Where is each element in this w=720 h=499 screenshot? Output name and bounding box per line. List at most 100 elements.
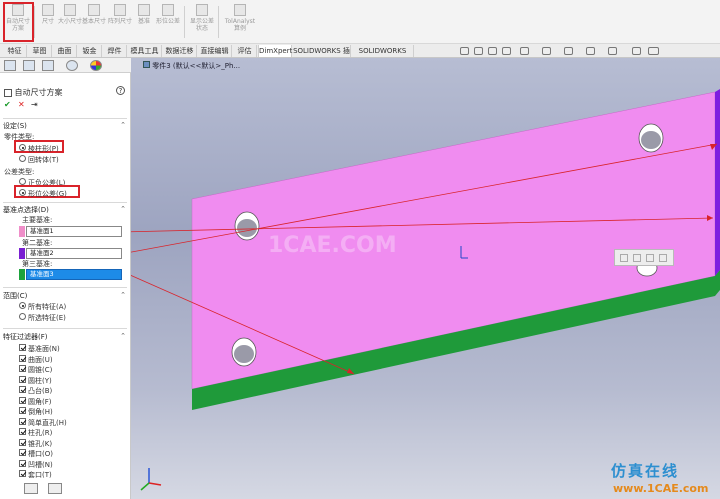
pattern-dimension-button[interactable]: 阵列尺寸 bbox=[108, 4, 132, 40]
filter-label: 套口(T) bbox=[28, 471, 52, 479]
show-all-filters-icon[interactable] bbox=[24, 483, 38, 494]
property-manager-icon[interactable] bbox=[23, 60, 35, 71]
tertiary-datum-field[interactable]: 基准面3 bbox=[26, 269, 122, 280]
filter-checkbox[interactable] bbox=[19, 417, 26, 425]
tab-evaluate[interactable]: 评估 bbox=[233, 45, 257, 57]
rotate-icon[interactable] bbox=[620, 254, 628, 262]
datum-icon bbox=[138, 4, 150, 16]
filter-label: 圆柱(Y) bbox=[28, 376, 52, 385]
reference-triad-icon[interactable] bbox=[140, 468, 162, 491]
filter-checkbox[interactable] bbox=[19, 438, 26, 446]
cancel-button[interactable]: ✕ bbox=[18, 100, 25, 109]
collapse-icon[interactable]: ⌃ bbox=[120, 205, 126, 213]
geometric-label: 形位公差(G) bbox=[28, 190, 67, 198]
turned-radio[interactable] bbox=[19, 155, 26, 162]
tab-dimxpert[interactable]: DimXpert bbox=[258, 45, 292, 57]
collapse-icon[interactable]: ⌃ bbox=[120, 332, 126, 340]
tab-solidworks-addins[interactable]: SOLIDWORKS 插件 bbox=[293, 45, 351, 67]
filter-label: 倒角(H) bbox=[28, 408, 53, 416]
scope-section-header[interactable]: 范围(C) bbox=[3, 291, 27, 301]
selected-features-radio[interactable] bbox=[19, 313, 26, 320]
tab-sheet-metal[interactable]: 钣金 bbox=[78, 45, 102, 57]
geometric-radio[interactable] bbox=[19, 189, 26, 196]
filter-checkbox[interactable] bbox=[19, 375, 26, 383]
tab-direct-editing[interactable]: 直接编辑 bbox=[198, 45, 232, 57]
tab-mold-tools[interactable]: 模具工具 bbox=[128, 45, 162, 57]
hole-shadow bbox=[237, 219, 257, 237]
filter-checkbox[interactable] bbox=[19, 470, 26, 477]
view-icon[interactable] bbox=[633, 254, 641, 262]
prismatic-radio[interactable] bbox=[19, 144, 26, 151]
filter-checkbox[interactable] bbox=[19, 459, 26, 467]
help-button[interactable]: ? bbox=[116, 86, 125, 95]
part-model[interactable] bbox=[131, 58, 720, 499]
display-manager-icon[interactable] bbox=[90, 60, 102, 71]
tab-data-migration[interactable]: 数据迁移 bbox=[163, 45, 197, 57]
primary-datum-field[interactable]: 基准面1 bbox=[26, 226, 122, 237]
datum-section-header[interactable]: 基准点选择(D) bbox=[3, 205, 49, 215]
zoom-area-icon[interactable] bbox=[474, 47, 483, 55]
primary-datum-swatch bbox=[19, 226, 25, 237]
filter-checkbox[interactable] bbox=[19, 365, 26, 372]
previous-view-icon[interactable] bbox=[488, 47, 497, 55]
tab-sketch[interactable]: 草图 bbox=[28, 45, 52, 57]
tab-surfaces[interactable]: 曲面 bbox=[53, 45, 77, 57]
plus-minus-radio[interactable] bbox=[19, 178, 26, 185]
tab-features[interactable]: 特征 bbox=[3, 45, 27, 57]
toolbar-separator bbox=[218, 6, 219, 38]
basic-dimension-icon bbox=[88, 4, 100, 16]
clear-all-filters-icon[interactable] bbox=[48, 483, 62, 494]
view-settings-icon[interactable] bbox=[632, 47, 641, 55]
normal-to-icon[interactable] bbox=[659, 254, 667, 262]
apply-scene-icon[interactable] bbox=[608, 47, 617, 55]
collapse-icon[interactable]: ⌃ bbox=[120, 121, 126, 129]
geometric-tolerance-button[interactable]: 形位公差 bbox=[156, 4, 180, 40]
tolanalyst-study-button[interactable]: TolAnalyst算例 bbox=[224, 4, 256, 40]
configuration-manager-icon[interactable] bbox=[42, 60, 54, 71]
filter-checkbox[interactable] bbox=[19, 354, 26, 362]
context-toolbar[interactable] bbox=[614, 249, 674, 266]
section-view-icon[interactable] bbox=[502, 47, 511, 55]
display-style-icon[interactable] bbox=[542, 47, 551, 55]
divider bbox=[3, 118, 127, 119]
size-dimension-button[interactable]: 大小尺寸 bbox=[58, 4, 82, 40]
filter-checkbox[interactable] bbox=[19, 407, 26, 414]
basic-dimension-button[interactable]: 基本尺寸 bbox=[82, 4, 106, 40]
filter-checkbox[interactable] bbox=[19, 386, 26, 393]
panel-tabs bbox=[0, 58, 131, 73]
ok-button[interactable]: ✔ bbox=[4, 100, 11, 109]
settings-section-header[interactable]: 设定(S) bbox=[3, 121, 27, 131]
hide-show-items-icon[interactable] bbox=[564, 47, 573, 55]
edit-appearance-icon[interactable] bbox=[586, 47, 595, 55]
tab-weldments[interactable]: 焊件 bbox=[103, 45, 127, 57]
view-orientation-icon[interactable] bbox=[520, 47, 529, 55]
feature-manager-icon[interactable] bbox=[4, 60, 16, 71]
filter-checkbox[interactable] bbox=[19, 428, 26, 435]
monitor-icon[interactable] bbox=[648, 47, 659, 55]
filter-checkbox[interactable] bbox=[19, 396, 26, 404]
datum-button[interactable]: 基准 bbox=[132, 4, 156, 40]
brand-watermark: 仿真在线 bbox=[611, 462, 680, 480]
all-features-radio[interactable] bbox=[19, 302, 26, 309]
graphics-area[interactable]: 零件3 (默认<<默认>_Ph... 1CAE.COM 仿真在线 www.1CA… bbox=[131, 58, 720, 499]
dimxpert-manager-icon[interactable] bbox=[66, 60, 78, 71]
collapse-icon[interactable]: ⌃ bbox=[120, 291, 126, 299]
zoom-icon[interactable] bbox=[646, 254, 654, 262]
secondary-datum-field[interactable]: 基准面2 bbox=[26, 248, 122, 259]
location-dimension-button[interactable]: 尺寸 bbox=[36, 4, 60, 40]
heads-up-view-toolbar bbox=[452, 44, 712, 58]
pin-button[interactable]: ⇥ bbox=[31, 100, 38, 109]
plate-side-face[interactable] bbox=[715, 89, 720, 276]
filter-label: 曲面(U) bbox=[28, 355, 53, 364]
filter-label: 圆角(F) bbox=[28, 397, 52, 406]
filter-label: 槽口(O) bbox=[28, 450, 53, 458]
property-manager: 自动尺寸方案 ? ✔ ✕ ⇥ 设定(S) ⌃ 零件类型: 棱柱形(P) 回转体(… bbox=[0, 58, 131, 499]
tab-solidworks-mbd[interactable]: SOLIDWORKS MBD bbox=[352, 45, 414, 67]
divider bbox=[3, 328, 127, 329]
zoom-to-fit-icon[interactable] bbox=[460, 47, 469, 55]
filter-label: 简单直孔(H) bbox=[28, 418, 67, 427]
filter-section-header[interactable]: 特征过滤器(F) bbox=[3, 332, 48, 342]
filter-checkbox[interactable] bbox=[19, 449, 26, 456]
filter-checkbox[interactable] bbox=[19, 344, 26, 351]
show-tolerance-status-button[interactable]: 显示公差状态 bbox=[190, 4, 214, 40]
